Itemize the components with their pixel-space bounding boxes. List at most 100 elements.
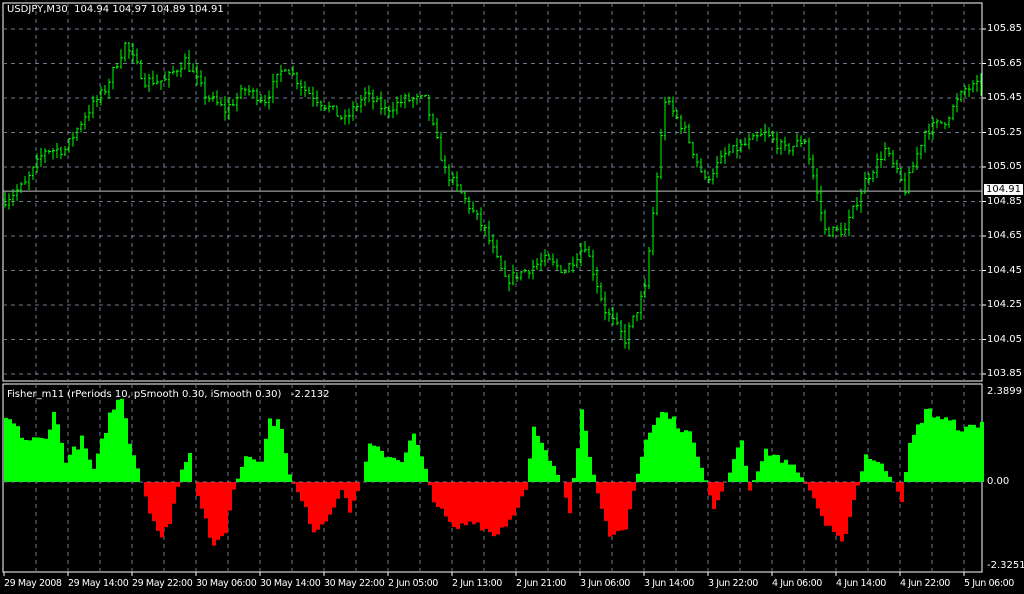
fisher-bar: [872, 460, 876, 482]
fisher-bar: [356, 482, 360, 492]
ohlc-bar: [24, 176, 27, 185]
fisher-bar: [888, 476, 892, 482]
ohlc-bar: [680, 114, 683, 134]
ohlc-bar: [456, 171, 459, 192]
ohlc-bar: [720, 150, 723, 164]
fisher-bar: [688, 431, 692, 482]
chart-canvas: [2, 2, 986, 576]
ohlc-bar: [732, 145, 735, 153]
ohlc-bar: [880, 151, 883, 169]
ohlc-bar: [952, 104, 955, 121]
fisher-bar: [848, 482, 852, 517]
ohlc-bar: [844, 223, 847, 236]
ohlc-bar: [508, 273, 511, 292]
fisher-bar: [968, 424, 972, 482]
ohlc-bar: [172, 65, 175, 75]
ohlc-bar: [696, 153, 699, 168]
fisher-bar: [224, 482, 228, 534]
fisher-bar: [468, 482, 472, 522]
ohlc-bar: [64, 146, 67, 156]
fisher-bar: [384, 457, 388, 482]
ohlc-bar: [728, 143, 731, 157]
ohlc-bar: [800, 135, 803, 148]
fisher-bar: [680, 432, 684, 482]
ohlc-bar: [816, 168, 819, 202]
fisher-bar: [316, 482, 320, 530]
ohlc-bar: [84, 112, 87, 130]
fisher-bar: [472, 482, 476, 525]
ohlc-bar: [180, 62, 183, 78]
fisher-bar: [876, 461, 880, 482]
fisher-bar: [740, 440, 744, 482]
ohlc-bar: [340, 115, 343, 121]
ohlc-bar: [760, 128, 763, 137]
ohlc-bar: [892, 150, 895, 168]
ohlc-bar: [512, 264, 515, 286]
ohlc-bar: [492, 234, 495, 254]
x-tick-label: 3 Jun 14:00: [644, 578, 694, 589]
fisher-bar: [664, 412, 668, 482]
ohlc-bar: [504, 260, 507, 277]
ohlc-bar: [724, 147, 727, 164]
ohlc-bar: [848, 209, 851, 237]
fisher-bar: [296, 482, 300, 493]
ohlc-bar: [56, 142, 59, 159]
ohlc-bar: [608, 308, 611, 322]
fisher-bar: [136, 468, 140, 482]
ohlc-bar: [476, 210, 479, 221]
fisher-bar: [276, 419, 280, 482]
ohlc-bar: [380, 91, 383, 115]
fisher-bar: [808, 482, 812, 491]
ohlc-bar: [896, 159, 899, 174]
fisher-bar: [412, 433, 416, 482]
ohlc-bar: [704, 169, 707, 180]
ohlc-bar: [360, 94, 363, 113]
ohlc-bar: [560, 265, 563, 274]
fisher-bar: [820, 482, 824, 517]
fisher-bar: [464, 482, 468, 526]
ohlc-bar: [208, 95, 211, 103]
ohlc-bar: [780, 139, 783, 155]
fisher-bar: [980, 421, 984, 482]
ohlc-bar: [932, 116, 935, 140]
indicator-value: -2.2132: [290, 389, 330, 400]
fisher-bar: [272, 426, 276, 482]
y-tick-label: 104.85: [987, 195, 1022, 207]
fisher-bar: [508, 482, 512, 520]
ohlc-bar: [520, 270, 523, 281]
ohlc-bar: [48, 149, 51, 155]
fisher-bar: [376, 446, 380, 482]
symbol-ohlc-header: USDJPY,M30 104.94 104.97 104.89 104.91: [7, 4, 224, 15]
ohlc-bar: [532, 259, 535, 280]
ohlc-bar: [540, 252, 543, 271]
fisher-bar: [176, 482, 180, 487]
ohlc-bar: [920, 144, 923, 160]
fisher-bar: [496, 482, 500, 535]
ohlc-bar: [188, 49, 191, 73]
ohlc-bar: [276, 73, 279, 89]
ohlc-bar: [312, 86, 315, 107]
fisher-bar: [148, 482, 152, 514]
fisher-bar: [756, 471, 760, 482]
fisher-bar: [456, 482, 460, 529]
ohlc-bar: [852, 205, 855, 220]
fisher-bar: [548, 460, 552, 482]
fisher-bar: [208, 482, 212, 538]
x-tick-label: 30 May 14:00: [260, 578, 321, 589]
fisher-bar: [932, 417, 936, 482]
ohlc-bar: [648, 246, 651, 290]
ohlc-bar: [156, 74, 159, 85]
ohlc-bar: [624, 324, 627, 349]
fisher-bar: [416, 445, 420, 482]
fisher-bar: [612, 482, 616, 535]
fisher-bar: [56, 424, 60, 482]
ohlc-bar: [272, 73, 275, 104]
ohlc-bar: [928, 123, 931, 140]
fisher-bar: [796, 472, 800, 482]
ohlc-bar: [628, 322, 631, 350]
fisher-bar: [92, 468, 96, 482]
ohlc-bar: [220, 98, 223, 107]
fisher-bar: [748, 482, 752, 491]
fisher-bar: [404, 452, 408, 482]
fisher-bar: [16, 426, 20, 482]
